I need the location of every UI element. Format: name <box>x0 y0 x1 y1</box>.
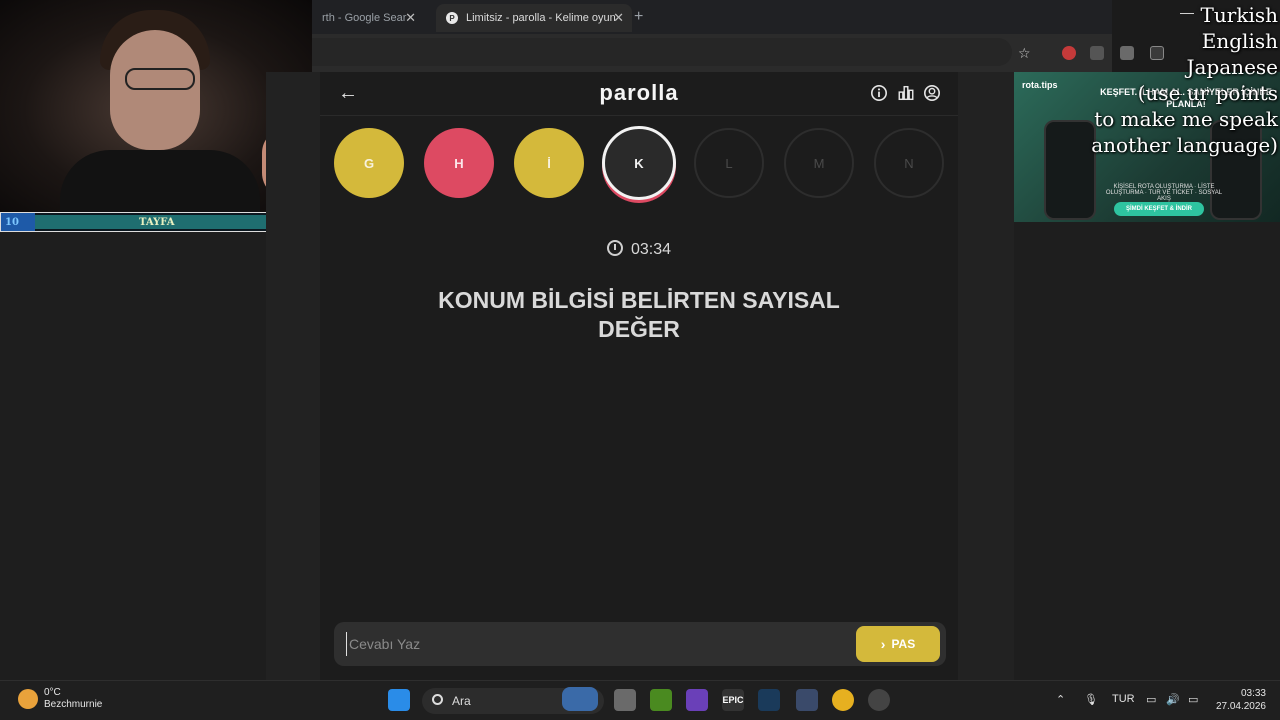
browser-tabbar: rth - Google Sear ✕ P Limitsiz - parolla… <box>312 0 1112 34</box>
epic-games-icon[interactable]: EPIC <box>722 689 744 711</box>
network-icon[interactable]: ▭ <box>1146 693 1156 706</box>
discord-icon[interactable] <box>868 689 890 711</box>
parolla-game: ← parolla G H İ K L M N 03:34 KONUM BİLG… <box>320 72 958 680</box>
search-label: Ara <box>452 694 471 708</box>
windows-start-icon[interactable] <box>388 689 410 711</box>
left-background <box>0 232 266 680</box>
chevron-right-icon: › <box>880 636 886 652</box>
weather-icon <box>18 689 38 709</box>
letter-label: İ <box>547 155 551 171</box>
letter-circle-g[interactable]: G <box>334 128 404 198</box>
tab-label: rth - Google Sear <box>322 12 407 24</box>
letter-circle-k-current[interactable]: K <box>602 126 676 200</box>
timer-value: 03:34 <box>630 241 672 258</box>
language-note: another language) <box>1091 133 1278 157</box>
right-background <box>1014 222 1280 680</box>
address-bar-area <box>312 34 1112 72</box>
letter-circle-i[interactable]: İ <box>514 128 584 198</box>
ad-subtext: KİŞİSEL ROTA OLUŞTURMA · LİSTE OLUŞTURMA… <box>1105 184 1223 202</box>
letter-wheel: G H İ K L M N <box>334 126 954 204</box>
clock-icon <box>606 240 623 256</box>
stats-icon[interactable] <box>897 84 915 102</box>
microphone-icon[interactable]: 🎙 <box>1084 693 1098 706</box>
letter-label: G <box>363 155 375 171</box>
answer-bar: › PAS <box>334 622 946 666</box>
streamer-shirt <box>60 150 260 212</box>
weather-temp: 0°C <box>44 687 61 698</box>
tool-icon[interactable] <box>796 689 818 711</box>
language-item: Japanese <box>1186 55 1278 79</box>
letter-label: N <box>904 155 914 171</box>
game-header: ← parolla <box>320 72 958 116</box>
letter-circle-l[interactable]: L <box>694 128 764 198</box>
answer-input[interactable] <box>346 632 846 656</box>
streamer-face <box>110 30 200 150</box>
clock-time: 03:33 <box>1240 688 1266 699</box>
close-icon[interactable]: ✕ <box>405 10 416 26</box>
right-page-margin <box>958 72 1014 680</box>
chrome-icon[interactable] <box>832 689 854 711</box>
weather-widget[interactable]: 0°C Bezchmurnie <box>18 687 102 711</box>
game-timer: 03:34 <box>320 238 958 259</box>
parolla-favicon-icon: P <box>446 12 458 24</box>
task-view-icon[interactable] <box>614 689 636 711</box>
tab-google-search[interactable]: rth - Google Sear ✕ <box>312 4 424 32</box>
chevron-up-icon[interactable]: ⌃ <box>1056 693 1065 706</box>
steam-icon[interactable] <box>758 689 780 711</box>
letter-label: L <box>725 155 733 171</box>
letter-label: K <box>634 155 644 171</box>
taskbar-clock[interactable]: 03:33 27.04.2026 <box>1214 687 1266 713</box>
new-tab-button[interactable]: + <box>634 8 643 26</box>
pass-button[interactable]: › PAS <box>856 626 940 662</box>
language-item: Turkish <box>1200 3 1278 27</box>
bookmark-star-icon[interactable]: ☆ <box>1018 45 1031 62</box>
letter-circle-n[interactable]: N <box>874 128 944 198</box>
battery-icon[interactable]: ▭ <box>1188 693 1198 706</box>
weather-place: Bezchmurnie <box>44 699 103 710</box>
nvidia-icon[interactable] <box>650 689 672 711</box>
ad-brand: rota.tips <box>1022 80 1058 90</box>
letter-circle-m[interactable]: M <box>784 128 854 198</box>
stream-bar-low: 10 <box>5 216 19 228</box>
volume-icon[interactable]: 🔊 <box>1166 693 1180 706</box>
game-logo: parolla <box>599 80 679 105</box>
clock-date: 27.04.2026 <box>1215 701 1266 712</box>
ad-cta-button[interactable]: ŞİMDİ KEŞFET & İNDİR <box>1114 202 1204 216</box>
pass-label: PAS <box>891 637 916 651</box>
input-language[interactable]: TUR <box>1112 693 1135 705</box>
language-item: English <box>1201 29 1278 53</box>
close-icon[interactable]: ✕ <box>613 10 624 26</box>
info-icon[interactable] <box>870 84 888 102</box>
stream-bar-label: TAYFA <box>139 216 175 228</box>
tab-parolla[interactable]: P Limitsiz - parolla - Kelime oyun ✕ <box>436 4 632 32</box>
search-highlight-icon[interactable] <box>562 687 598 711</box>
visual-studio-icon[interactable] <box>686 689 708 711</box>
letter-circle-h[interactable]: H <box>424 128 494 198</box>
language-overlay: Turkish English Japanese (use ur points … <box>1091 2 1278 158</box>
left-page-margin <box>266 72 320 680</box>
language-note: to make me speak <box>1094 107 1278 131</box>
question-text: KONUM BİLGİSİ BELİRTEN SAYISAL DEĞER <box>438 287 840 342</box>
letter-label: M <box>813 155 825 171</box>
search-icon <box>432 694 443 705</box>
windows-taskbar: 0°C Bezchmurnie Ara EPIC ⌃ 🎙 TUR ▭ 🔊 ▭ 0… <box>0 680 1280 720</box>
tab-label: Limitsiz - parolla - Kelime oyun <box>466 12 616 24</box>
language-note: (use ur points <box>1137 81 1278 105</box>
ad-phone-left <box>1044 120 1096 220</box>
extension-icon[interactable] <box>1062 46 1076 60</box>
streamer-glasses <box>125 68 195 90</box>
omnibox[interactable] <box>312 38 1012 66</box>
profile-icon[interactable] <box>923 84 941 102</box>
letter-label: H <box>454 155 464 171</box>
